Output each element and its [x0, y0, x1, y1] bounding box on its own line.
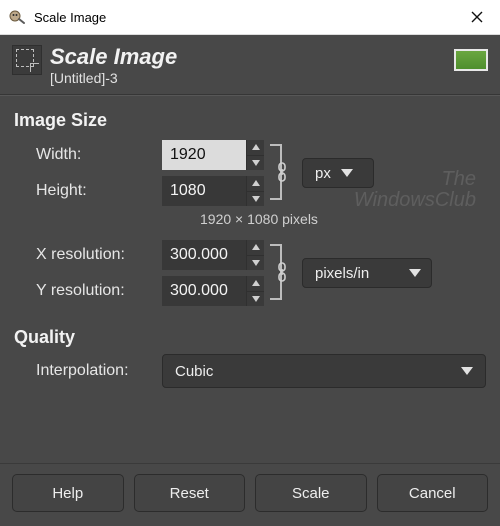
- resolution-unit-dropdown[interactable]: pixels/in: [302, 258, 432, 288]
- height-spinner: [162, 176, 264, 206]
- yres-step-down[interactable]: [246, 291, 264, 307]
- window-title: Scale Image: [34, 10, 106, 25]
- width-spinner: [162, 140, 264, 170]
- size-pair: Width: Height:: [14, 137, 486, 209]
- app-icon: [8, 8, 26, 26]
- interpolation-dropdown[interactable]: Cubic: [162, 354, 486, 388]
- height-label: Height:: [14, 182, 162, 200]
- size-unit-dropdown[interactable]: px: [302, 158, 374, 188]
- titlebar: Scale Image: [0, 0, 500, 35]
- dialog-title: Scale Image: [50, 45, 177, 68]
- resolution-pair: X resolution: Y resolution:: [14, 237, 486, 309]
- help-button[interactable]: Help: [12, 474, 124, 512]
- resolution-chain-toggle[interactable]: [274, 261, 290, 283]
- chevron-down-icon: [341, 169, 353, 177]
- section-quality: Quality: [14, 327, 486, 348]
- yres-label: Y resolution:: [14, 282, 162, 300]
- size-chain-toggle[interactable]: [274, 161, 290, 183]
- divider: [0, 94, 500, 96]
- dialog-client: The WindowsClub Scale Image [Untitled]-3…: [0, 35, 500, 526]
- height-step-up[interactable]: [246, 176, 264, 191]
- width-input[interactable]: [162, 140, 246, 170]
- chain-link-icon: [276, 162, 288, 182]
- scale-button[interactable]: Scale: [255, 474, 367, 512]
- scale-image-icon: [12, 45, 42, 75]
- window-close-button[interactable]: [454, 0, 500, 34]
- yres-spinner: [162, 276, 264, 306]
- interpolation-value: Cubic: [175, 363, 213, 380]
- scale-image-dialog: Scale Image The WindowsClub Scale Image …: [0, 0, 500, 526]
- dialog-header: Scale Image [Untitled]-3: [0, 35, 500, 94]
- reset-button[interactable]: Reset: [134, 474, 246, 512]
- width-step-up[interactable]: [246, 140, 264, 155]
- chain-link-icon: [276, 262, 288, 282]
- width-label: Width:: [14, 146, 162, 164]
- section-image-size: Image Size: [14, 110, 486, 131]
- close-icon: [471, 11, 483, 23]
- chevron-down-icon: [409, 269, 421, 277]
- yres-input[interactable]: [162, 276, 246, 306]
- xres-input[interactable]: [162, 240, 246, 270]
- size-unit-value: px: [315, 165, 331, 182]
- dialog-buttons: Help Reset Scale Cancel: [0, 463, 500, 526]
- xres-step-down[interactable]: [246, 255, 264, 271]
- interpolation-label: Interpolation:: [14, 362, 162, 380]
- height-step-down[interactable]: [246, 191, 264, 207]
- yres-step-up[interactable]: [246, 276, 264, 291]
- xres-label: X resolution:: [14, 246, 162, 264]
- dialog-subtitle: [Untitled]-3: [50, 70, 177, 86]
- xres-spinner: [162, 240, 264, 270]
- pixel-dimensions-hint: 1920 × 1080 pixels: [200, 211, 486, 227]
- image-thumbnail[interactable]: [454, 49, 488, 71]
- cancel-button[interactable]: Cancel: [377, 474, 489, 512]
- xres-step-up[interactable]: [246, 240, 264, 255]
- width-step-down[interactable]: [246, 155, 264, 171]
- chevron-down-icon: [461, 367, 473, 375]
- resolution-unit-value: pixels/in: [315, 265, 369, 282]
- height-input[interactable]: [162, 176, 246, 206]
